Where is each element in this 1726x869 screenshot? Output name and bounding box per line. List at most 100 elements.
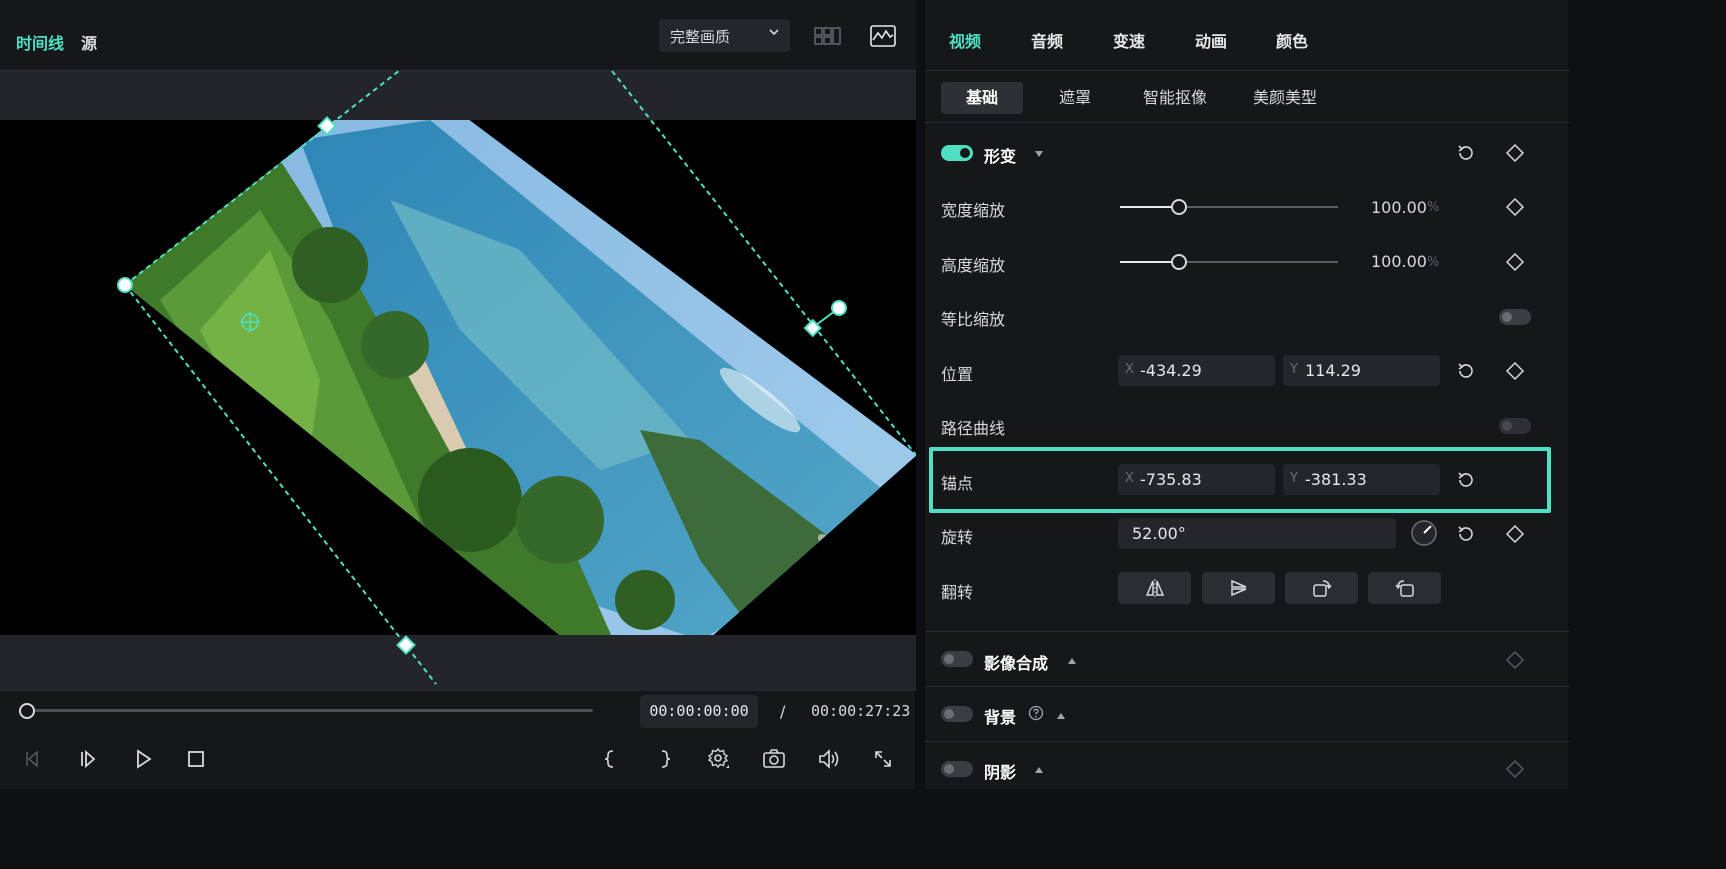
anchor-label: 锚点 bbox=[941, 474, 974, 493]
height-scale-value[interactable]: 100.00 bbox=[1371, 252, 1427, 271]
rotate-clockwise-icon bbox=[1312, 580, 1332, 597]
reset-icon[interactable] bbox=[1456, 143, 1476, 167]
stop-icon[interactable] bbox=[182, 745, 210, 773]
fullscreen-icon[interactable] bbox=[869, 745, 897, 773]
section-divider bbox=[925, 686, 1569, 687]
rotate-counterclockwise-icon bbox=[1394, 580, 1414, 597]
grid-layout-icon[interactable] bbox=[813, 25, 843, 47]
width-scale-label: 宽度缩放 bbox=[941, 201, 1006, 220]
tab-source[interactable]: 源 bbox=[81, 30, 97, 54]
keyframe-diamond-icon[interactable] bbox=[1505, 252, 1525, 276]
keyframe-diamond-icon[interactable] bbox=[1505, 197, 1525, 221]
position-label: 位置 bbox=[941, 365, 974, 384]
flip-vertical-button[interactable] bbox=[1202, 572, 1275, 604]
preview-panel: 时间线 源 完整画质 00:00:00:00 / 00:00:27:23 bbox=[0, 0, 916, 789]
anchor-x-value: -735.83 bbox=[1140, 470, 1202, 489]
scope-waveform-icon[interactable] bbox=[868, 23, 898, 49]
tab-speed[interactable]: 变速 bbox=[1113, 28, 1145, 52]
rotate-clockwise-button[interactable] bbox=[1285, 572, 1358, 604]
transform-title: 形变 bbox=[984, 147, 1017, 166]
video-canvas[interactable] bbox=[0, 120, 916, 635]
caret-down-icon[interactable] bbox=[1033, 145, 1045, 164]
position-x-field[interactable]: X -434.29 bbox=[1118, 355, 1275, 386]
y-axis-label: Y bbox=[1290, 362, 1298, 377]
settings-gear-icon[interactable] bbox=[705, 745, 733, 773]
playhead-knob[interactable] bbox=[19, 703, 35, 719]
width-scale-value[interactable]: 100.00 bbox=[1371, 198, 1427, 217]
quality-dropdown[interactable]: 完整画质 bbox=[659, 19, 790, 52]
current-timecode[interactable]: 00:00:00:00 bbox=[640, 695, 758, 728]
snapshot-camera-icon[interactable] bbox=[760, 745, 788, 773]
width-scale-knob[interactable] bbox=[1171, 199, 1187, 215]
prev-frame-icon[interactable] bbox=[18, 745, 46, 773]
tab-video[interactable]: 视频 bbox=[949, 28, 981, 52]
caret-up-icon[interactable] bbox=[1033, 761, 1045, 780]
flip-horizontal-button[interactable] bbox=[1118, 572, 1191, 604]
preview-top-letterbox bbox=[0, 71, 916, 120]
subtab-basic[interactable]: 基础 bbox=[941, 82, 1023, 114]
flip-vertical-icon bbox=[1230, 579, 1246, 597]
subtab-mask[interactable]: 遮罩 bbox=[1047, 82, 1103, 114]
tab-animation[interactable]: 动画 bbox=[1195, 28, 1227, 52]
inspector-panel: 视频 音频 变速 动画 颜色 基础 遮罩 智能抠像 美颜美型 形变 宽度缩放 1… bbox=[924, 0, 1569, 789]
mark-in-icon[interactable] bbox=[596, 745, 624, 773]
tab-color[interactable]: 颜色 bbox=[1276, 28, 1308, 52]
playback-scrubber[interactable] bbox=[27, 709, 593, 712]
keyframe-diamond-icon[interactable] bbox=[1505, 524, 1525, 548]
tab-timeline[interactable]: 时间线 bbox=[16, 30, 64, 54]
flip-label: 翻转 bbox=[941, 583, 974, 602]
position-y-value: 114.29 bbox=[1305, 361, 1361, 380]
height-scale-unit: % bbox=[1427, 255, 1440, 270]
inspector-subtabs: 基础 遮罩 智能抠像 美颜美型 bbox=[925, 71, 1569, 123]
reset-icon[interactable] bbox=[1456, 470, 1476, 494]
rotation-dial-icon[interactable] bbox=[1409, 518, 1439, 552]
background-title: 背景 bbox=[984, 708, 1017, 727]
preview-bottom-letterbox bbox=[0, 635, 916, 691]
anchor-x-field[interactable]: X -735.83 bbox=[1118, 464, 1275, 495]
next-frame-icon[interactable] bbox=[74, 745, 102, 773]
help-icon[interactable] bbox=[1028, 705, 1044, 725]
caret-up-icon[interactable] bbox=[1055, 707, 1067, 726]
preview-header: 时间线 源 完整画质 bbox=[0, 0, 916, 71]
subtab-smart-cutout[interactable]: 智能抠像 bbox=[1137, 82, 1213, 114]
mark-out-icon[interactable] bbox=[651, 745, 679, 773]
transform-toggle[interactable] bbox=[941, 145, 973, 161]
rotation-value: 52.00° bbox=[1132, 524, 1186, 543]
shadow-toggle[interactable] bbox=[941, 761, 973, 777]
position-x-value: -434.29 bbox=[1140, 361, 1202, 380]
play-icon[interactable] bbox=[129, 745, 157, 773]
keyframe-diamond-icon[interactable] bbox=[1505, 361, 1525, 385]
tab-audio[interactable]: 音频 bbox=[1031, 28, 1063, 52]
chevron-down-icon bbox=[768, 26, 780, 42]
path-curve-toggle[interactable] bbox=[1499, 418, 1531, 434]
keyframe-diamond-icon[interactable] bbox=[1505, 759, 1525, 783]
quality-dropdown-value: 完整画质 bbox=[670, 28, 731, 46]
reset-icon[interactable] bbox=[1456, 524, 1476, 548]
rotation-field[interactable]: 52.00° bbox=[1118, 518, 1396, 549]
caret-up-icon[interactable] bbox=[1066, 652, 1078, 671]
video-editor: 时间线 源 完整画质 00:00:00:00 / 00:00:27:23 视频 … bbox=[0, 0, 1569, 789]
position-y-field[interactable]: Y 114.29 bbox=[1283, 355, 1440, 386]
inspector-tabs: 视频 音频 变速 动画 颜色 bbox=[925, 0, 1569, 71]
anchor-y-value: -381.33 bbox=[1305, 470, 1367, 489]
height-scale-knob[interactable] bbox=[1171, 254, 1187, 270]
x-axis-label: X bbox=[1125, 471, 1134, 486]
path-curve-label: 路径曲线 bbox=[941, 419, 1006, 438]
keyframe-diamond-icon[interactable] bbox=[1505, 143, 1525, 167]
anchor-y-field[interactable]: Y -381.33 bbox=[1283, 464, 1440, 495]
x-axis-label: X bbox=[1125, 362, 1134, 377]
compositing-toggle[interactable] bbox=[941, 651, 973, 667]
uniform-scale-label: 等比缩放 bbox=[941, 310, 1006, 329]
rotation-label: 旋转 bbox=[941, 528, 974, 547]
section-divider bbox=[925, 631, 1569, 632]
rotate-counterclockwise-button[interactable] bbox=[1368, 572, 1441, 604]
background-toggle[interactable] bbox=[941, 706, 973, 722]
subtab-beauty[interactable]: 美颜美型 bbox=[1247, 82, 1323, 114]
keyframe-diamond-icon[interactable] bbox=[1505, 650, 1525, 674]
uniform-scale-toggle[interactable] bbox=[1499, 309, 1531, 325]
reset-icon[interactable] bbox=[1456, 361, 1476, 385]
height-scale-label: 高度缩放 bbox=[941, 256, 1006, 275]
y-axis-label: Y bbox=[1290, 471, 1298, 486]
volume-icon[interactable] bbox=[815, 745, 843, 773]
timecode-separator: / bbox=[780, 702, 786, 721]
